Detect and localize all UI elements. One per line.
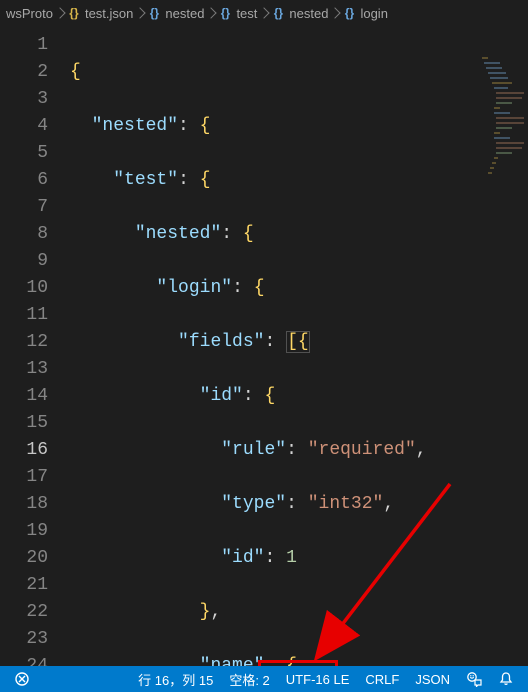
- chevron-right-icon: [135, 7, 146, 18]
- breadcrumb-item[interactable]: {} nested: [147, 6, 204, 21]
- breadcrumb-label: test: [236, 6, 257, 21]
- json-key: nested: [146, 224, 211, 244]
- status-eol[interactable]: CRLF: [357, 666, 407, 692]
- braces-icon: {}: [147, 6, 161, 20]
- json-number: 1: [286, 548, 297, 568]
- json-key: test: [124, 170, 167, 190]
- minimap[interactable]: [478, 54, 528, 184]
- status-notifications-button[interactable]: [490, 666, 522, 692]
- breadcrumb[interactable]: wsProto {} test.json {} nested {} test {…: [0, 0, 528, 26]
- line-number-gutter: 1234 5678 9101112 131415 16 17181920 212…: [0, 26, 58, 666]
- json-key: fields: [189, 332, 254, 352]
- braces-icon: {}: [271, 6, 285, 20]
- breadcrumb-item[interactable]: {} test.json: [67, 6, 133, 21]
- breadcrumb-label: test.json: [85, 6, 133, 21]
- breadcrumb-item[interactable]: {} login: [342, 6, 387, 21]
- breadcrumb-item[interactable]: {} test: [218, 6, 257, 21]
- error-icon: [14, 671, 30, 687]
- braces-icon: {}: [342, 6, 356, 20]
- json-key: id: [232, 548, 254, 568]
- breadcrumb-label: nested: [165, 6, 204, 21]
- status-cursor-position[interactable]: 行 16，列 15: [130, 666, 221, 692]
- chevron-right-icon: [206, 7, 217, 18]
- json-key: login: [167, 278, 221, 298]
- status-language-mode[interactable]: JSON: [407, 666, 458, 692]
- code-content[interactable]: { "nested": { "test": { "nested": { "log…: [58, 26, 528, 666]
- breadcrumb-item[interactable]: wsProto: [6, 6, 53, 21]
- chevron-right-icon: [54, 7, 65, 18]
- chevron-right-icon: [259, 7, 270, 18]
- status-bar: 行 16，列 15 空格: 2 UTF-16 LE CRLF JSON: [0, 666, 528, 692]
- breadcrumb-label: wsProto: [6, 6, 53, 21]
- status-encoding[interactable]: UTF-16 LE: [278, 666, 358, 692]
- breadcrumb-label: login: [360, 6, 387, 21]
- json-string: required: [319, 440, 405, 460]
- code-editor[interactable]: 1234 5678 9101112 131415 16 17181920 212…: [0, 26, 528, 666]
- breadcrumb-item[interactable]: {} nested: [271, 6, 328, 21]
- status-errors-button[interactable]: [6, 666, 38, 692]
- json-key: nested: [102, 116, 167, 136]
- json-key: name: [210, 656, 253, 666]
- json-key: type: [232, 494, 275, 514]
- chevron-right-icon: [330, 7, 341, 18]
- breadcrumb-label: nested: [289, 6, 328, 21]
- feedback-icon: [466, 671, 482, 687]
- bell-icon: [498, 671, 514, 687]
- braces-icon: {}: [218, 6, 232, 20]
- json-string: int32: [319, 494, 373, 514]
- json-key: id: [210, 386, 232, 406]
- json-key: rule: [232, 440, 275, 460]
- status-feedback-button[interactable]: [458, 666, 490, 692]
- braces-icon: {}: [67, 6, 81, 20]
- status-indentation[interactable]: 空格: 2: [221, 666, 277, 692]
